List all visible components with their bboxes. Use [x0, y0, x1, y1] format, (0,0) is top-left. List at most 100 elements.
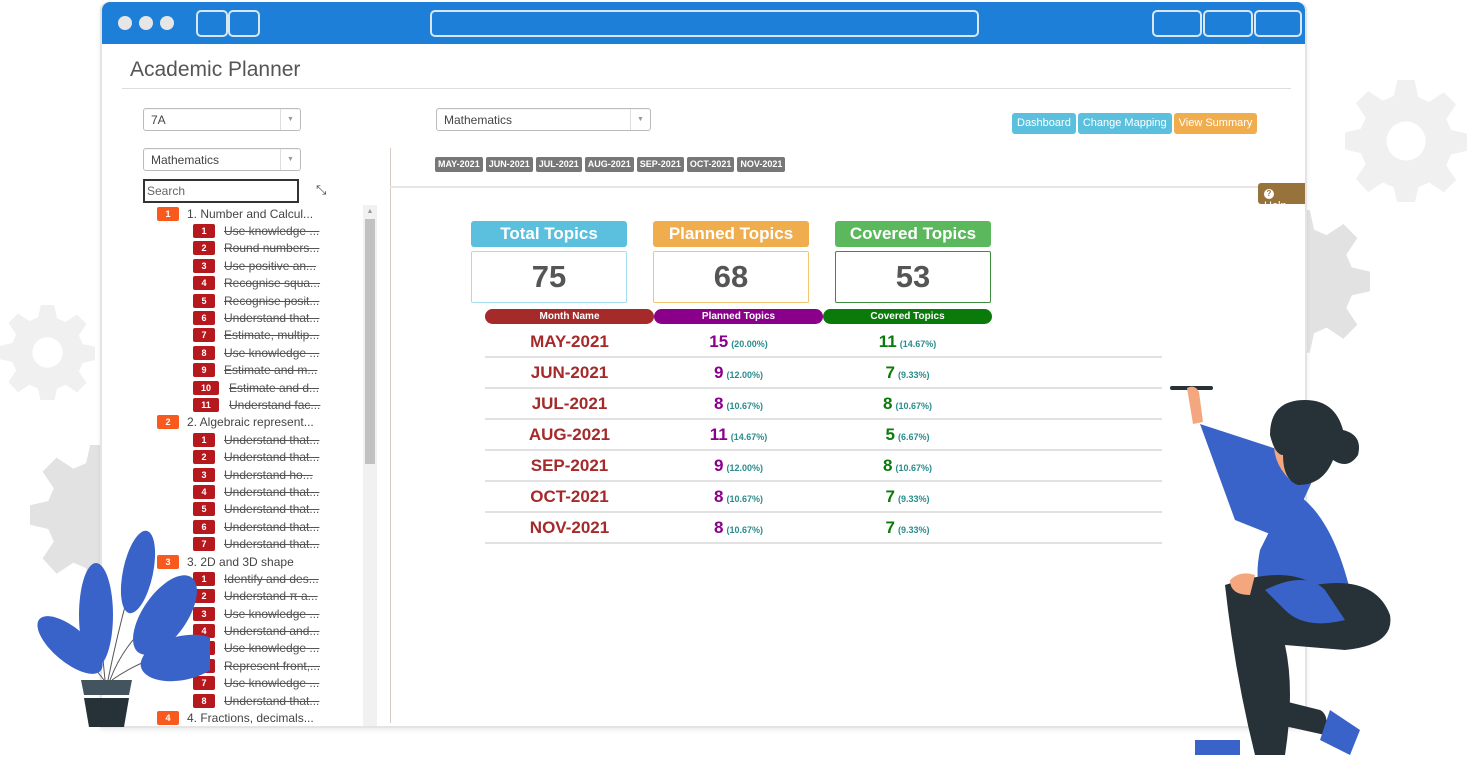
- nav-back-button[interactable]: [196, 10, 228, 37]
- class-select[interactable]: 7A ▼: [143, 108, 301, 131]
- search-input[interactable]: [143, 179, 299, 203]
- collapse-icon[interactable]: ⤡: [316, 182, 326, 198]
- tree-topic[interactable]: 10 Estimate and d...: [152, 379, 380, 396]
- tree-topic[interactable]: 2 Understand π a...: [152, 588, 380, 605]
- tree-topic[interactable]: 3 Use positive an...: [152, 257, 380, 274]
- subject-select[interactable]: Mathematics ▼: [436, 108, 651, 131]
- month-chip[interactable]: NOV-2021: [737, 157, 786, 172]
- topic-number-badge: 3: [193, 606, 215, 621]
- tree-chapter[interactable]: 3 3. 2D and 3D shape: [152, 553, 380, 570]
- window-control-button[interactable]: [1254, 10, 1302, 37]
- window-dot-icon[interactable]: [160, 16, 174, 30]
- tree-topic[interactable]: 2 Understand that...: [152, 448, 380, 465]
- month-name-cell: NOV-2021: [529, 518, 610, 537]
- month-chip[interactable]: AUG-2021: [584, 157, 634, 172]
- topic-number-badge: 5: [193, 502, 215, 517]
- covered-count: 11: [878, 332, 897, 351]
- planned-count: 8: [714, 518, 724, 537]
- table-row: NOV-2021 8 (10.67%) 7 (9.33%): [485, 513, 1162, 544]
- topic-number-badge: 2: [193, 241, 215, 256]
- topic-number-badge: 11: [193, 397, 219, 412]
- panel-divider: [390, 148, 391, 723]
- browser-titlebar: [102, 2, 1305, 44]
- planned-count: 9: [714, 363, 724, 382]
- tree-topic[interactable]: 7 Understand that...: [152, 535, 380, 552]
- planned-cell: 9 (12.00%): [654, 363, 823, 383]
- topic-number-badge: 3: [193, 258, 215, 273]
- tree-topic[interactable]: 11 Understand fac...: [152, 396, 380, 413]
- tree-topic[interactable]: 6 Understand that...: [152, 518, 380, 535]
- planned-percent: (20.00%): [731, 339, 768, 349]
- tree-chapter[interactable]: 2 2. Algebraic represent...: [152, 414, 380, 431]
- tree-scrollbar[interactable]: ▲: [363, 205, 377, 726]
- topic-number-badge: 6: [193, 519, 215, 534]
- table-row: JUL-2021 8 (10.67%) 8 (10.67%): [485, 389, 1162, 420]
- help-button[interactable]: ?Help: [1258, 183, 1305, 212]
- covered-count: 5: [885, 425, 895, 444]
- topic-number-badge: 7: [193, 676, 215, 691]
- scroll-up-icon[interactable]: ▲: [363, 205, 377, 219]
- month-chip[interactable]: JUL-2021: [535, 157, 582, 172]
- tree-topic[interactable]: 5 Understand that...: [152, 501, 380, 518]
- tree-topic[interactable]: 1 Identify and des...: [152, 570, 380, 587]
- tree-topic[interactable]: 2 Round numbers...: [152, 240, 380, 257]
- tree-topic[interactable]: 5 Recognise posit...: [152, 292, 380, 309]
- tree-topic[interactable]: 4 Recognise squa...: [152, 275, 380, 292]
- tree-topic[interactable]: 6 Represent front,...: [152, 657, 380, 674]
- covered-percent: (9.33%): [897, 494, 930, 504]
- covered-percent: (10.67%): [895, 463, 932, 473]
- planned-percent: (10.67%): [726, 401, 763, 411]
- tree-topic[interactable]: 7 Use knowledge ...: [152, 675, 380, 692]
- window-dot-icon[interactable]: [139, 16, 153, 30]
- window-control-button[interactable]: [1152, 10, 1202, 37]
- planned-cell: 8 (10.67%): [654, 394, 823, 414]
- month-chip[interactable]: SEP-2021: [636, 157, 684, 172]
- topic-number-badge: 5: [193, 293, 215, 308]
- view-summary-button[interactable]: View Summary: [1173, 113, 1258, 134]
- scrollbar-thumb[interactable]: [365, 219, 375, 464]
- tree-topic[interactable]: 8 Use knowledge ...: [152, 344, 380, 361]
- table-row: AUG-2021 11 (14.67%) 5 (6.67%): [485, 420, 1162, 451]
- chevron-down-icon: ▼: [280, 149, 300, 170]
- month-name-cell: SEP-2021: [530, 456, 609, 475]
- sidebar-subject-select[interactable]: Mathematics ▼: [143, 148, 301, 171]
- topic-number-badge: 6: [193, 311, 215, 326]
- tree-chapter[interactable]: 1 1. Number and Calcul...: [152, 205, 380, 222]
- tree-topic[interactable]: 7 Estimate, multip...: [152, 327, 380, 344]
- table-row: MAY-2021 15 (20.00%) 11 (14.67%): [485, 327, 1162, 358]
- window-dot-icon[interactable]: [118, 16, 132, 30]
- address-bar[interactable]: [430, 10, 979, 37]
- covered-count: 7: [885, 487, 895, 506]
- covered-cell: 7 (9.33%): [823, 487, 992, 507]
- topic-label: Understand fac...: [229, 397, 321, 412]
- topic-label: Understand that...: [224, 432, 320, 447]
- table-row: JUN-2021 9 (12.00%) 7 (9.33%): [485, 358, 1162, 389]
- tree-topic[interactable]: 8 Understand that...: [152, 692, 380, 709]
- chapter-label: 2. Algebraic represent...: [187, 415, 314, 430]
- topic-label: Use knowledge ...: [224, 641, 320, 656]
- tree-topic[interactable]: 3 Understand ho...: [152, 466, 380, 483]
- tree-topic[interactable]: 5 Use knowledge ...: [152, 640, 380, 657]
- tree-topic[interactable]: 9 Estimate and m...: [152, 362, 380, 379]
- window-control-button[interactable]: [1203, 10, 1253, 37]
- tree-chapter[interactable]: 4 4. Fractions, decimals...: [152, 709, 380, 726]
- dashboard-button[interactable]: Dashboard: [1012, 113, 1076, 134]
- tree-topic[interactable]: 4 Understand and...: [152, 622, 380, 639]
- month-chip[interactable]: MAY-2021: [435, 157, 483, 172]
- change-mapping-button[interactable]: Change Mapping: [1077, 113, 1172, 134]
- covered-percent: (10.67%): [895, 401, 932, 411]
- topic-label: Identify and des...: [224, 571, 319, 586]
- nav-forward-button[interactable]: [228, 10, 260, 37]
- month-chip[interactable]: JUN-2021: [485, 157, 533, 172]
- tree-topic[interactable]: 3 Use knowledge ...: [152, 605, 380, 622]
- tree-topic[interactable]: 6 Understand that...: [152, 309, 380, 326]
- topic-label: Round numbers...: [224, 241, 320, 256]
- month-chip[interactable]: OCT-2021: [686, 157, 735, 172]
- month-name-cell: AUG-2021: [528, 425, 611, 444]
- tree-topic[interactable]: 1 Understand that...: [152, 431, 380, 448]
- tree-topic[interactable]: 4 Understand that...: [152, 483, 380, 500]
- tree-topic[interactable]: 1 Use knowledge ...: [152, 222, 380, 239]
- planned-cell: 9 (12.00%): [654, 456, 823, 476]
- topic-label: Understand and...: [224, 624, 320, 639]
- gear-icon: [0, 305, 95, 400]
